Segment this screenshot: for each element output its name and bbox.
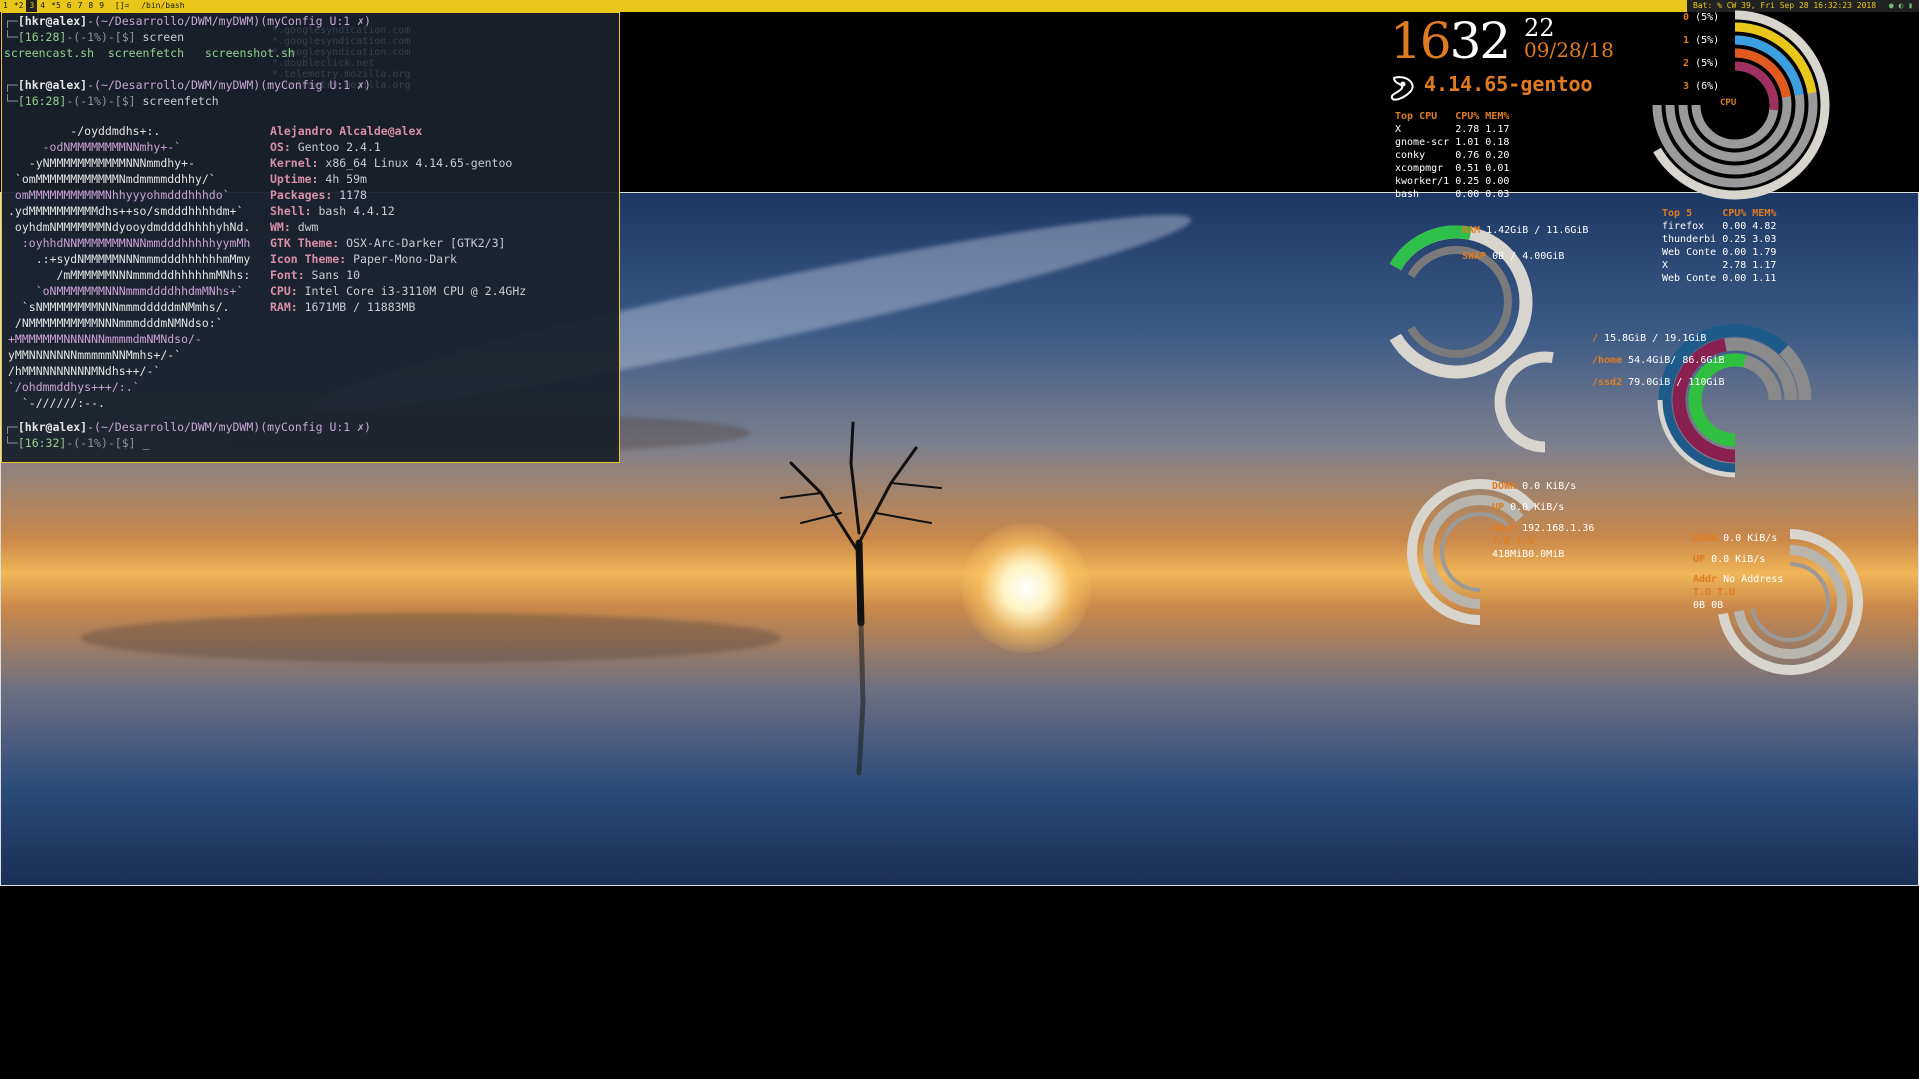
disk-label: / 15.8GiB / 19.1GiB bbox=[1592, 333, 1707, 344]
logo-line: `-//////:--. bbox=[8, 396, 105, 410]
tag-9[interactable]: 9 bbox=[96, 0, 107, 12]
command-line[interactable]: └─[16:32]-(-1%)-[$] _ bbox=[4, 435, 371, 451]
info-row: CPU: Intel Core i3-3110M CPU @ 2.4GHz bbox=[270, 284, 527, 298]
gentoo-ascii-logo: -/oyddmdhs+:. -odNMMMMMMMMNNmhy+-` -yNMM… bbox=[8, 123, 250, 411]
tag-1[interactable]: 1 bbox=[0, 0, 11, 12]
info-row: Font: Sans 10 bbox=[270, 268, 361, 282]
terminal-background-text: *.googlesyndication.com *.googlesyndicati… bbox=[272, 25, 411, 91]
info-row: OS: Gentoo 2.4.1 bbox=[270, 140, 381, 154]
tag-3[interactable]: 3 bbox=[26, 0, 38, 12]
table-row: kworker/1 0.25 0.00 bbox=[1395, 176, 1510, 187]
logo-line: -/oyddmdhs+:. bbox=[8, 124, 161, 138]
cpu-ring-label: CPU bbox=[1720, 98, 1737, 108]
command-line: └─[16:28]-(-1%)-[$] screenfetch bbox=[4, 94, 219, 108]
info-row: GTK Theme: OSX-Arc-Darker [GTK2/3] bbox=[270, 236, 506, 250]
top-cpu-table: Top CPU CPU% MEM% X 2.78 1.17 gnome-scr 1.01 0.1… bbox=[1395, 110, 1515, 201]
info-row: Kernel: x86_64 Linux 4.14.65-gentoo bbox=[270, 156, 513, 170]
logo-line: /mMMMMMMNNNmmmdddhhhhhmMNhs: bbox=[8, 268, 251, 282]
info-row: WM: dwm bbox=[270, 220, 319, 234]
logo-line: -yNMMMMMMMMMMMNNNmmdhy+- bbox=[8, 156, 195, 170]
volume-icon[interactable]: ◐ bbox=[1899, 1, 1904, 10]
tag-6[interactable]: 6 bbox=[64, 0, 75, 12]
kernel-version: 4.14.65-gentoo bbox=[1424, 72, 1593, 96]
logo-line: +MMMMMMMNNNNNNmmmmdmNMNdso/- bbox=[8, 332, 202, 346]
logo-line: `oNMMMMMMMNNNmmmddddhhdmMNhs+` bbox=[8, 284, 244, 298]
ram-label: RAM 1.42GiB / 11.6GiB bbox=[1462, 225, 1589, 236]
table-row: bash 0.00 0.03 bbox=[1395, 189, 1510, 200]
info-row: Icon Theme: Paper-Mono-Dark bbox=[270, 252, 457, 266]
battery-icon[interactable]: ▮ bbox=[1908, 1, 1913, 10]
table-header: Top CPU CPU% MEM% bbox=[1395, 111, 1510, 122]
logo-line: /hMMNNNNNNNNMNdhs++/-` bbox=[8, 364, 161, 378]
disk-label: /ssd2 79.0GiB / 110GiB bbox=[1592, 377, 1725, 388]
network1-addr: Addr 192.168.1.36 T.D T.U 418MiB0.0MiB bbox=[1492, 523, 1595, 560]
tree-silhouette bbox=[780, 421, 942, 776]
network1-info: DOWN 0.0 KiB/s UP 0.0 KiB/s bbox=[1492, 481, 1577, 513]
logo-line: `omMMMMMMMMMMMMNmdmmmmddhhy/` bbox=[8, 172, 216, 186]
disk-labels: / 15.8GiB / 19.1GiB/home 54.4GiB/ 86.6Gi… bbox=[1592, 328, 1724, 394]
network2-addr: Addr No Address T.D T.U 0B 0B bbox=[1693, 574, 1784, 611]
logo-line: .ydMMMMMMMMMMdhs++so/smdddhhhhdm+` bbox=[8, 204, 244, 218]
swap-label: SWAP 0B / 4.00GiB bbox=[1462, 251, 1565, 262]
tag-list: 1 *2 3 4 *5 6 7 8 9 bbox=[0, 0, 107, 12]
tag-8[interactable]: 8 bbox=[85, 0, 96, 12]
memory-rings-chart bbox=[1389, 225, 1554, 453]
network2-info: DOWN 0.0 KiB/s UP 0.0 KiB/s bbox=[1693, 533, 1778, 565]
info-row: RAM: 1671MB / 11883MB bbox=[270, 300, 416, 314]
table-row: Web Conte 0.00 1.79 bbox=[1662, 247, 1777, 258]
table-row: thunderbi 0.25 3.03 bbox=[1662, 234, 1777, 245]
tag-4[interactable]: 4 bbox=[37, 0, 48, 12]
cpu-core-3-fill bbox=[1734, 61, 1779, 111]
info-row: Shell: bash 4.4.12 bbox=[270, 204, 395, 218]
table-row: conky 0.76 0.20 bbox=[1395, 150, 1510, 161]
logo-line: yMMNNNNNNNmmmmmNNMmhs+/-` bbox=[8, 348, 182, 362]
conky-clock: 1632 22 09/28/18 bbox=[1390, 12, 1614, 70]
table-row: xcompmgr 0.51 0.01 bbox=[1395, 163, 1510, 174]
status-clock: Bat: % CW 39, Fri Sep 28 16:32:23 2018 bbox=[1693, 1, 1877, 10]
table-row: gnome-scr 1.01 0.18 bbox=[1395, 137, 1510, 148]
table-row: Web Conte 0.00 1.11 bbox=[1662, 273, 1777, 284]
tag-5[interactable]: *5 bbox=[48, 0, 64, 12]
window-title: /bin/bash bbox=[141, 1, 185, 10]
tag-2[interactable]: *2 bbox=[11, 0, 27, 12]
logo-line: omMMMMMMMMMMMNhhyyyohmdddhhhdo` bbox=[8, 188, 230, 202]
prompt-line: ┌─[hkr@alex]-(~/Desarrollo/DWM/myDWM)(my… bbox=[4, 420, 371, 434]
clock-date: 09/28/18 bbox=[1524, 38, 1614, 62]
table-row: firefox 0.00 4.82 bbox=[1662, 221, 1777, 232]
cpu-rings-chart bbox=[1652, 10, 1830, 200]
clock-minute: 32 bbox=[1449, 12, 1512, 70]
logo-line: .:+sydNMMMMMNNNmmmdddhhhhhhmMmy bbox=[8, 252, 251, 266]
tag-7[interactable]: 7 bbox=[75, 0, 86, 12]
table-row: X 2.78 1.17 bbox=[1395, 124, 1510, 135]
logo-line: oyhdmNMMMMMMMNdyooydmddddhhhhyhNd. bbox=[8, 220, 251, 234]
info-row: Uptime: 4h 59m bbox=[270, 172, 367, 186]
dwm-bar: 1 *2 3 4 *5 6 7 8 9 []= /bin/bash bbox=[0, 0, 1919, 12]
swap-ring-track bbox=[1407, 246, 1512, 358]
clock-hour: 16 bbox=[1390, 12, 1452, 70]
tray-icons: ● ◐ ▮ bbox=[1889, 0, 1913, 12]
table-row: X 2.78 1.17 bbox=[1662, 260, 1777, 271]
disk-label: /home 54.4GiB/ 86.6GiB bbox=[1592, 355, 1725, 366]
info-row: Packages: 1178 bbox=[270, 188, 367, 202]
info-row: Alejandro Alcalde@alex bbox=[270, 124, 423, 138]
layout-indicator[interactable]: []= bbox=[112, 0, 132, 12]
logo-line: `sNMMMMMMMMNNNmmmdddddmNMmhs/. bbox=[8, 300, 230, 314]
logo-line: `/ohdmmddhys+++/:.` bbox=[8, 380, 140, 394]
logo-line: :oyhhdNNMMMMMMMNNNmmdddhhhhhyymMh bbox=[8, 236, 251, 250]
logo-line: /NMMMMMMMMMMNNNmmmdddmNMNdso:` bbox=[8, 316, 223, 330]
network-icon[interactable]: ● bbox=[1889, 1, 1894, 10]
top5-table: Top 5 CPU% MEM% firefox 0.00 4.82 thunderbi 0.2… bbox=[1662, 207, 1782, 285]
screenfetch-info: Alejandro Alcalde@alex OS: Gentoo 2.4.1 Ke… bbox=[270, 123, 526, 315]
logo-line: -odNMMMMMMMMNNmhy+-` bbox=[8, 140, 182, 154]
cloud bbox=[81, 613, 781, 663]
cursor: _ bbox=[135, 436, 150, 450]
terminal-window[interactable]: *.googlesyndication.com *.googlesyndicati… bbox=[1, 12, 620, 463]
